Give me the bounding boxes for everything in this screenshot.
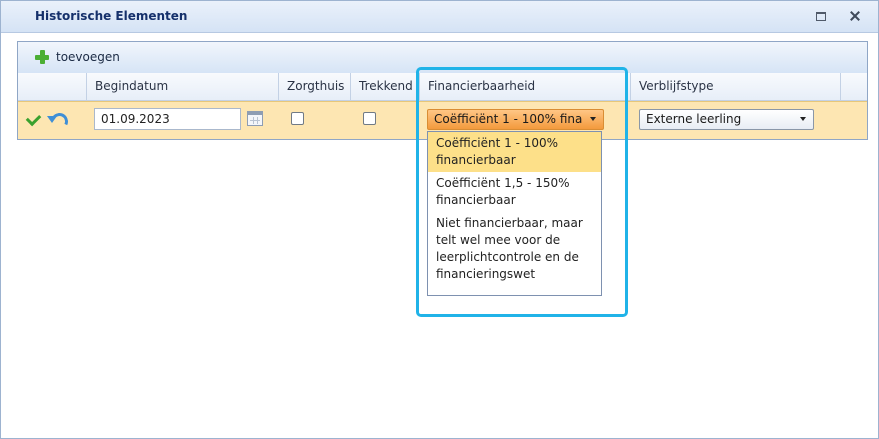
grid-header: Begindatum Zorgthuis Trekkend Financierb… xyxy=(18,73,867,101)
undo-icon[interactable] xyxy=(47,110,65,126)
financierbaarheid-select[interactable]: Coëfficiënt 1 - 100% financierbaar xyxy=(427,109,604,130)
financierbaarheid-dropdown: Coëfficiënt 1 - 100% financierbaar Coëff… xyxy=(427,131,602,296)
historische-elementen-grid: toevoegen Begindatum Zorgthuis Trekkend … xyxy=(17,41,868,140)
calendar-icon[interactable] xyxy=(247,111,263,126)
header-actions xyxy=(18,73,87,100)
zorgthuis-checkbox[interactable] xyxy=(291,112,304,125)
grid-toolbar: toevoegen xyxy=(18,42,867,74)
historische-elementen-window: Historische Elementen toevoegen Begindat… xyxy=(0,0,879,439)
dropdown-option[interactable]: Coëfficiënt 1 - 100% financierbaar xyxy=(428,132,601,172)
title-bar: Historische Elementen xyxy=(1,1,878,33)
financierbaarheid-value: Coëfficiënt 1 - 100% financierbaar xyxy=(434,112,582,126)
header-begindatum[interactable]: Begindatum xyxy=(87,73,279,100)
trekkend-checkbox[interactable] xyxy=(363,112,376,125)
window-title: Historische Elementen xyxy=(35,9,188,23)
header-financierbaarheid[interactable]: Financierbaarheid xyxy=(420,73,631,100)
check-icon[interactable] xyxy=(27,112,43,124)
close-icon[interactable] xyxy=(847,8,863,24)
plus-icon xyxy=(35,50,49,64)
header-verblijfstype[interactable]: Verblijfstype xyxy=(631,73,841,100)
begindatum-input[interactable] xyxy=(94,108,241,130)
add-button-label: toevoegen xyxy=(56,50,120,64)
header-spacer xyxy=(841,73,867,100)
dropdown-option[interactable]: Niet financierbaar, maar telt wel mee vo… xyxy=(428,212,601,286)
dropdown-option[interactable]: Coëfficiënt 1,5 - 150% financierbaar xyxy=(428,172,601,212)
maximize-icon[interactable] xyxy=(813,8,829,24)
header-zorgthuis[interactable]: Zorgthuis xyxy=(279,73,351,100)
chevron-down-icon xyxy=(590,117,596,121)
verblijfstype-select[interactable]: Externe leerling xyxy=(639,109,814,130)
verblijfstype-value: Externe leerling xyxy=(646,112,742,126)
add-button[interactable]: toevoegen xyxy=(32,48,120,68)
header-trekkend[interactable]: Trekkend xyxy=(351,73,420,100)
chevron-down-icon xyxy=(800,117,806,121)
